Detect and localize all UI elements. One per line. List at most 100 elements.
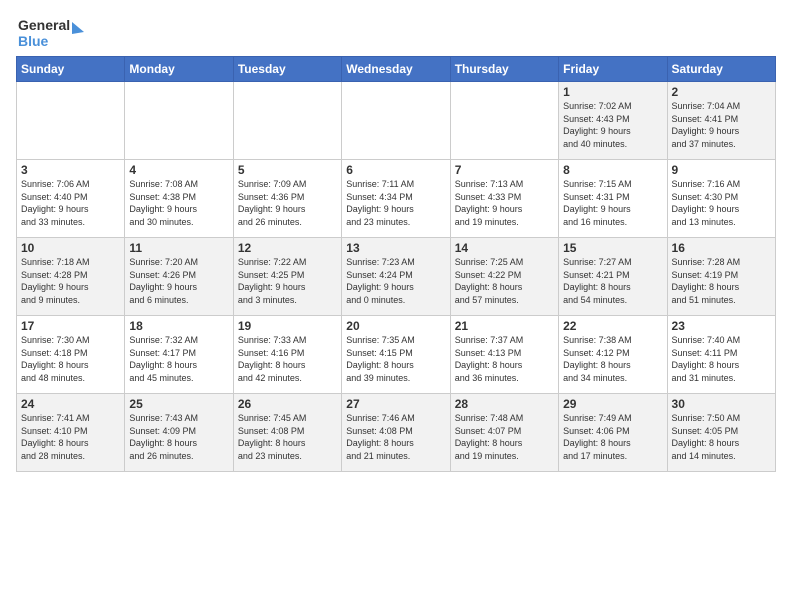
day-cell: 1Sunrise: 7:02 AM Sunset: 4:43 PM Daylig…: [559, 82, 667, 160]
day-cell: 8Sunrise: 7:15 AM Sunset: 4:31 PM Daylig…: [559, 160, 667, 238]
day-cell: [342, 82, 450, 160]
day-number: 12: [238, 241, 337, 255]
day-cell: 16Sunrise: 7:28 AM Sunset: 4:19 PM Dayli…: [667, 238, 775, 316]
day-number: 16: [672, 241, 771, 255]
day-info: Sunrise: 7:25 AM Sunset: 4:22 PM Dayligh…: [455, 256, 554, 306]
week-row-4: 17Sunrise: 7:30 AM Sunset: 4:18 PM Dayli…: [17, 316, 776, 394]
day-number: 17: [21, 319, 120, 333]
day-info: Sunrise: 7:30 AM Sunset: 4:18 PM Dayligh…: [21, 334, 120, 384]
day-info: Sunrise: 7:08 AM Sunset: 4:38 PM Dayligh…: [129, 178, 228, 228]
day-info: Sunrise: 7:13 AM Sunset: 4:33 PM Dayligh…: [455, 178, 554, 228]
day-info: Sunrise: 7:37 AM Sunset: 4:13 PM Dayligh…: [455, 334, 554, 384]
day-info: Sunrise: 7:18 AM Sunset: 4:28 PM Dayligh…: [21, 256, 120, 306]
day-cell: 18Sunrise: 7:32 AM Sunset: 4:17 PM Dayli…: [125, 316, 233, 394]
day-number: 1: [563, 85, 662, 99]
day-info: Sunrise: 7:09 AM Sunset: 4:36 PM Dayligh…: [238, 178, 337, 228]
day-cell: 15Sunrise: 7:27 AM Sunset: 4:21 PM Dayli…: [559, 238, 667, 316]
day-number: 26: [238, 397, 337, 411]
logo-svg: GeneralBlue: [16, 12, 86, 52]
header-row: SundayMondayTuesdayWednesdayThursdayFrid…: [17, 57, 776, 82]
day-number: 20: [346, 319, 445, 333]
day-cell: 4Sunrise: 7:08 AM Sunset: 4:38 PM Daylig…: [125, 160, 233, 238]
col-header-saturday: Saturday: [667, 57, 775, 82]
day-info: Sunrise: 7:06 AM Sunset: 4:40 PM Dayligh…: [21, 178, 120, 228]
day-info: Sunrise: 7:27 AM Sunset: 4:21 PM Dayligh…: [563, 256, 662, 306]
day-cell: [233, 82, 341, 160]
day-cell: 26Sunrise: 7:45 AM Sunset: 4:08 PM Dayli…: [233, 394, 341, 472]
day-info: Sunrise: 7:15 AM Sunset: 4:31 PM Dayligh…: [563, 178, 662, 228]
day-cell: 25Sunrise: 7:43 AM Sunset: 4:09 PM Dayli…: [125, 394, 233, 472]
day-cell: [17, 82, 125, 160]
day-number: 8: [563, 163, 662, 177]
day-cell: 22Sunrise: 7:38 AM Sunset: 4:12 PM Dayli…: [559, 316, 667, 394]
day-number: 27: [346, 397, 445, 411]
day-info: Sunrise: 7:38 AM Sunset: 4:12 PM Dayligh…: [563, 334, 662, 384]
day-info: Sunrise: 7:04 AM Sunset: 4:41 PM Dayligh…: [672, 100, 771, 150]
day-number: 7: [455, 163, 554, 177]
day-number: 4: [129, 163, 228, 177]
day-number: 9: [672, 163, 771, 177]
day-cell: 24Sunrise: 7:41 AM Sunset: 4:10 PM Dayli…: [17, 394, 125, 472]
day-number: 5: [238, 163, 337, 177]
day-cell: 5Sunrise: 7:09 AM Sunset: 4:36 PM Daylig…: [233, 160, 341, 238]
day-info: Sunrise: 7:50 AM Sunset: 4:05 PM Dayligh…: [672, 412, 771, 462]
day-number: 11: [129, 241, 228, 255]
day-number: 19: [238, 319, 337, 333]
day-cell: 13Sunrise: 7:23 AM Sunset: 4:24 PM Dayli…: [342, 238, 450, 316]
day-cell: 20Sunrise: 7:35 AM Sunset: 4:15 PM Dayli…: [342, 316, 450, 394]
col-header-tuesday: Tuesday: [233, 57, 341, 82]
day-info: Sunrise: 7:40 AM Sunset: 4:11 PM Dayligh…: [672, 334, 771, 384]
day-number: 28: [455, 397, 554, 411]
day-number: 13: [346, 241, 445, 255]
day-info: Sunrise: 7:48 AM Sunset: 4:07 PM Dayligh…: [455, 412, 554, 462]
day-number: 22: [563, 319, 662, 333]
day-cell: 10Sunrise: 7:18 AM Sunset: 4:28 PM Dayli…: [17, 238, 125, 316]
day-info: Sunrise: 7:28 AM Sunset: 4:19 PM Dayligh…: [672, 256, 771, 306]
page: GeneralBlue SundayMondayTuesdayWednesday…: [0, 0, 792, 480]
svg-text:Blue: Blue: [18, 33, 49, 49]
day-number: 2: [672, 85, 771, 99]
day-cell: 23Sunrise: 7:40 AM Sunset: 4:11 PM Dayli…: [667, 316, 775, 394]
col-header-monday: Monday: [125, 57, 233, 82]
day-info: Sunrise: 7:33 AM Sunset: 4:16 PM Dayligh…: [238, 334, 337, 384]
day-number: 15: [563, 241, 662, 255]
day-cell: 27Sunrise: 7:46 AM Sunset: 4:08 PM Dayli…: [342, 394, 450, 472]
day-info: Sunrise: 7:49 AM Sunset: 4:06 PM Dayligh…: [563, 412, 662, 462]
day-info: Sunrise: 7:32 AM Sunset: 4:17 PM Dayligh…: [129, 334, 228, 384]
day-number: 29: [563, 397, 662, 411]
day-info: Sunrise: 7:23 AM Sunset: 4:24 PM Dayligh…: [346, 256, 445, 306]
col-header-thursday: Thursday: [450, 57, 558, 82]
day-cell: [125, 82, 233, 160]
week-row-3: 10Sunrise: 7:18 AM Sunset: 4:28 PM Dayli…: [17, 238, 776, 316]
day-cell: [450, 82, 558, 160]
day-number: 18: [129, 319, 228, 333]
day-number: 14: [455, 241, 554, 255]
day-info: Sunrise: 7:41 AM Sunset: 4:10 PM Dayligh…: [21, 412, 120, 462]
calendar-table: SundayMondayTuesdayWednesdayThursdayFrid…: [16, 56, 776, 472]
week-row-2: 3Sunrise: 7:06 AM Sunset: 4:40 PM Daylig…: [17, 160, 776, 238]
col-header-wednesday: Wednesday: [342, 57, 450, 82]
day-cell: 19Sunrise: 7:33 AM Sunset: 4:16 PM Dayli…: [233, 316, 341, 394]
week-row-5: 24Sunrise: 7:41 AM Sunset: 4:10 PM Dayli…: [17, 394, 776, 472]
day-number: 21: [455, 319, 554, 333]
day-info: Sunrise: 7:46 AM Sunset: 4:08 PM Dayligh…: [346, 412, 445, 462]
col-header-sunday: Sunday: [17, 57, 125, 82]
day-number: 3: [21, 163, 120, 177]
day-info: Sunrise: 7:45 AM Sunset: 4:08 PM Dayligh…: [238, 412, 337, 462]
day-info: Sunrise: 7:35 AM Sunset: 4:15 PM Dayligh…: [346, 334, 445, 384]
week-row-1: 1Sunrise: 7:02 AM Sunset: 4:43 PM Daylig…: [17, 82, 776, 160]
day-info: Sunrise: 7:20 AM Sunset: 4:26 PM Dayligh…: [129, 256, 228, 306]
day-cell: 12Sunrise: 7:22 AM Sunset: 4:25 PM Dayli…: [233, 238, 341, 316]
day-cell: 29Sunrise: 7:49 AM Sunset: 4:06 PM Dayli…: [559, 394, 667, 472]
day-cell: 30Sunrise: 7:50 AM Sunset: 4:05 PM Dayli…: [667, 394, 775, 472]
day-cell: 7Sunrise: 7:13 AM Sunset: 4:33 PM Daylig…: [450, 160, 558, 238]
day-cell: 21Sunrise: 7:37 AM Sunset: 4:13 PM Dayli…: [450, 316, 558, 394]
day-info: Sunrise: 7:11 AM Sunset: 4:34 PM Dayligh…: [346, 178, 445, 228]
day-cell: 11Sunrise: 7:20 AM Sunset: 4:26 PM Dayli…: [125, 238, 233, 316]
day-info: Sunrise: 7:22 AM Sunset: 4:25 PM Dayligh…: [238, 256, 337, 306]
day-cell: 17Sunrise: 7:30 AM Sunset: 4:18 PM Dayli…: [17, 316, 125, 394]
svg-text:General: General: [18, 17, 70, 33]
day-info: Sunrise: 7:43 AM Sunset: 4:09 PM Dayligh…: [129, 412, 228, 462]
day-cell: 9Sunrise: 7:16 AM Sunset: 4:30 PM Daylig…: [667, 160, 775, 238]
day-cell: 14Sunrise: 7:25 AM Sunset: 4:22 PM Dayli…: [450, 238, 558, 316]
